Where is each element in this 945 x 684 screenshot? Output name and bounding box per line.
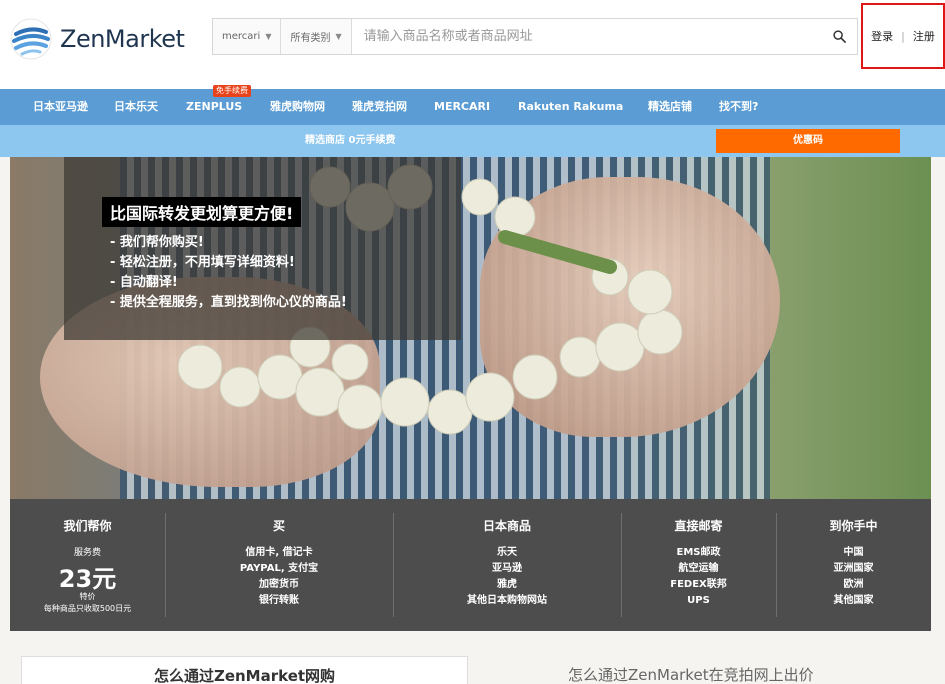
logo-text: ZenMarket xyxy=(60,25,185,53)
hero-bullet: - 我们帮你购买! xyxy=(110,235,204,250)
main-nav: 日本亚马逊 日本乐天 ZENPLUS 免手续费 雅虎购物网 雅虎竞拍网 MERC… xyxy=(0,85,945,125)
login-link[interactable]: 登录 xyxy=(871,28,893,44)
info-list-item: PAYPAL, 支付宝 xyxy=(239,563,319,574)
hero-title: 比国际转发更划算更方便! xyxy=(102,197,302,227)
hero-bullet: - 自动翻译! xyxy=(110,275,178,290)
nav-item-amazon-japan[interactable]: 日本亚马逊 xyxy=(33,89,88,125)
nav-item-yahoo-shopping[interactable]: 雅虎购物网 xyxy=(270,89,325,125)
hero-bullet-list: - 我们帮你购买! - 轻松注册，不用填写详细资料! - 自动翻译! - 提供全… xyxy=(110,233,347,313)
info-list-item: 其他日本购物网站 xyxy=(467,595,547,606)
info-col-list: 乐天 亚马逊 雅虎 其他日本购物网站 xyxy=(393,545,621,609)
info-col-title: 买 xyxy=(272,519,285,533)
coupon-button[interactable]: 优惠码 xyxy=(716,129,900,153)
caret-down-icon: ▼ xyxy=(265,32,272,41)
hero-text-overlay: 比国际转发更划算更方便! - 我们帮你购买! - 轻松注册，不用填写详细资料! … xyxy=(64,157,461,340)
search-input[interactable] xyxy=(351,19,821,54)
info-col-we-help: 我们帮你 服务费 23元 特价 每种商品只收取500日元 xyxy=(10,499,165,631)
info-list-item: 乐天 xyxy=(497,547,517,558)
caret-down-icon: ▼ xyxy=(335,32,342,41)
hero-bullet: - 轻松注册，不用填写详细资料! xyxy=(110,255,295,270)
nav-item-yahoo-auctions[interactable]: 雅虎竞拍网 xyxy=(352,89,407,125)
info-col-list: 中国 亚洲国家 欧洲 其他国家 xyxy=(776,545,931,609)
free-fee-badge: 免手续费 xyxy=(213,85,251,97)
info-col-japan-products: 日本商品 乐天 亚马逊 雅虎 其他日本购物网站 xyxy=(393,499,621,631)
info-col-title: 到你手中 xyxy=(829,519,878,533)
info-list-item: 加密货币 xyxy=(259,579,299,590)
info-list-item: 中国 xyxy=(843,547,864,558)
info-list-item: 银行转账 xyxy=(259,595,299,606)
nav-item-cant-find[interactable]: 找不到? xyxy=(719,89,758,125)
search-bar: mercari ▼ 所有类别 ▼ xyxy=(212,18,858,55)
info-col-title: 我们帮你 xyxy=(63,519,112,533)
category-select-value: 所有类别 xyxy=(290,33,331,44)
service-info-band: 我们帮你 服务费 23元 特价 每种商品只收取500日元 买 信用卡, 借记卡 … xyxy=(10,499,931,631)
how-to-shop-tab[interactable]: 怎么通过ZenMarket网购 xyxy=(21,656,468,684)
info-list-item: 亚洲国家 xyxy=(833,563,874,574)
info-list-item: 其他国家 xyxy=(833,595,874,606)
nav-item-mercari[interactable]: MERCARI xyxy=(434,89,490,125)
auth-links: 登录 | 注册 xyxy=(861,3,945,69)
how-to-shop-title: 怎么通过ZenMarket网购 xyxy=(153,667,336,684)
info-col-list: 信用卡, 借记卡 PAYPAL, 支付宝 加密货币 银行转账 xyxy=(165,545,393,609)
info-col-title: 直接邮寄 xyxy=(674,519,723,533)
service-fee-value: 23元 xyxy=(58,565,117,593)
service-fee-note-detail: 每种商品只收取500日元 xyxy=(43,604,132,613)
info-list-item: 亚马逊 xyxy=(492,563,522,574)
info-list-item: 雅虎 xyxy=(497,579,517,590)
info-list-item: FEDEX联邦 xyxy=(670,579,727,590)
info-col-list: EMS邮政 航空运输 FEDEX联邦 UPS xyxy=(621,545,776,609)
service-fee-label: 服务费 xyxy=(73,548,101,558)
hero-banner[interactable]: 比国际转发更划算更方便! - 我们帮你购买! - 轻松注册，不用填写详细资料! … xyxy=(10,157,931,499)
nav-item-featured-shops[interactable]: 精选店铺 xyxy=(648,89,692,125)
info-list-item: 欧洲 xyxy=(843,579,864,590)
marketplace-select-value: mercari xyxy=(222,31,261,42)
nav-item-rakuten-rakuma[interactable]: Rakuten Rakuma xyxy=(518,89,623,125)
how-to-bid-tab[interactable]: 怎么通过ZenMarket在竞拍网上出价 xyxy=(568,664,814,684)
register-link[interactable]: 注册 xyxy=(913,28,935,44)
logo-sphere-icon xyxy=(10,18,52,60)
info-list-item: EMS邮政 xyxy=(676,547,721,558)
search-button[interactable] xyxy=(821,19,857,54)
nav-item-rakuten[interactable]: 日本乐天 xyxy=(114,89,158,125)
promo-text[interactable]: 精选商店 0元手续费 xyxy=(305,125,395,157)
info-list-item: 信用卡, 借记卡 xyxy=(245,547,313,558)
marketplace-select[interactable]: mercari ▼ xyxy=(213,19,282,54)
zenmarket-logo[interactable]: ZenMarket xyxy=(10,16,200,62)
info-col-direct-shipping: 直接邮寄 EMS邮政 航空运输 FEDEX联邦 UPS xyxy=(621,499,776,631)
auth-separator: | xyxy=(901,29,905,43)
info-col-delivered: 到你手中 中国 亚洲国家 欧洲 其他国家 xyxy=(776,499,931,631)
hero-bullet: - 提供全程服务，直到找到你心仪的商品! xyxy=(110,295,347,310)
info-list-item: UPS xyxy=(687,595,710,606)
info-col-buy: 买 信用卡, 借记卡 PAYPAL, 支付宝 加密货币 银行转账 xyxy=(165,499,393,631)
service-fee-note: 特价 xyxy=(79,592,96,601)
site-header: ZenMarket mercari ▼ 所有类别 ▼ 登录 | 注册 xyxy=(0,0,945,89)
search-icon xyxy=(832,30,846,43)
info-list-item: 航空运输 xyxy=(678,563,719,574)
info-col-title: 日本商品 xyxy=(482,519,531,533)
category-select[interactable]: 所有类别 ▼ xyxy=(281,19,352,54)
